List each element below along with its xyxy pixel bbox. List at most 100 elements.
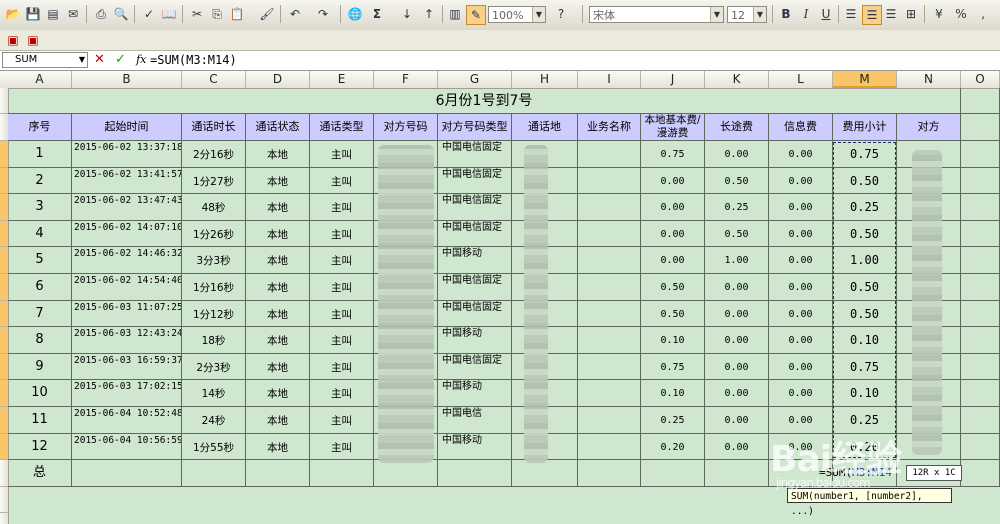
info-fee-cell[interactable]: 0.00 xyxy=(769,141,833,168)
sheet-title[interactable]: 6月份1号到7号 xyxy=(8,88,961,114)
subtotal-cell[interactable]: 0.50 xyxy=(833,167,897,195)
column-header-f[interactable]: F xyxy=(374,71,438,88)
call-type-cell[interactable]: 主叫 xyxy=(310,274,374,301)
total-label-cell[interactable]: 总 xyxy=(8,460,72,487)
call-type-cell[interactable]: 主叫 xyxy=(310,194,374,221)
undo-icon[interactable]: ↶ xyxy=(286,5,304,23)
hyperlink-icon[interactable]: 🌐 xyxy=(346,5,364,23)
info-fee-cell[interactable]: 0.00 xyxy=(769,380,833,407)
start-time-cell[interactable]: 2015-06-02 13:37:18 xyxy=(72,141,182,168)
row-header-cell[interactable] xyxy=(0,487,8,514)
cell[interactable] xyxy=(705,460,769,487)
base-fee-cell[interactable]: 0.00 xyxy=(641,167,705,195)
number-type-cell[interactable]: 中国电信固定 xyxy=(438,167,512,195)
info-fee-cell[interactable]: 0.00 xyxy=(769,194,833,221)
save-icon[interactable]: 💾 xyxy=(24,5,42,23)
column-title[interactable]: 对方 xyxy=(897,114,961,141)
comma-style-icon[interactable]: , xyxy=(974,5,992,23)
base-fee-cell[interactable]: 0.75 xyxy=(641,141,705,168)
service-name-cell[interactable] xyxy=(578,274,641,301)
cell[interactable] xyxy=(961,274,1000,301)
long-distance-fee-cell[interactable]: 0.00 xyxy=(705,327,769,354)
service-name-cell[interactable] xyxy=(578,300,641,328)
subtotal-cell[interactable]: 0.10 xyxy=(833,327,897,354)
column-title[interactable]: 对方号码类型 xyxy=(438,114,512,141)
status-cell[interactable]: 本地 xyxy=(246,220,310,248)
print-preview-icon[interactable]: 🔍 xyxy=(112,5,130,23)
cut-icon[interactable]: ✂ xyxy=(188,5,206,23)
cell[interactable] xyxy=(961,88,1000,114)
row-header-cell[interactable] xyxy=(0,220,8,248)
info-fee-cell[interactable]: 0.00 xyxy=(769,274,833,301)
row-header-cell[interactable] xyxy=(0,460,8,487)
duration-cell[interactable]: 48秒 xyxy=(182,194,246,221)
row-index-cell[interactable]: 5 xyxy=(8,247,72,274)
call-type-cell[interactable]: 主叫 xyxy=(310,327,374,354)
print-icon[interactable]: ⎙ xyxy=(92,5,110,23)
cell[interactable] xyxy=(310,460,374,487)
info-fee-cell[interactable]: 0.00 xyxy=(769,167,833,195)
align-left-icon[interactable]: ☰ xyxy=(842,5,860,23)
long-distance-fee-cell[interactable]: 0.50 xyxy=(705,220,769,248)
status-cell[interactable]: 本地 xyxy=(246,407,310,434)
row-index-cell[interactable]: 1 xyxy=(8,141,72,168)
status-cell[interactable]: 本地 xyxy=(246,167,310,195)
status-cell[interactable]: 本地 xyxy=(246,247,310,274)
column-title[interactable]: 费用小计 xyxy=(833,114,897,141)
row-header-cell[interactable] xyxy=(0,407,8,434)
long-distance-fee-cell[interactable]: 0.00 xyxy=(705,300,769,328)
info-fee-cell[interactable]: 0.00 xyxy=(769,220,833,248)
start-time-cell[interactable]: 2015-06-02 14:07:10 xyxy=(72,220,182,248)
subtotal-cell[interactable]: 0.50 xyxy=(833,300,897,328)
long-distance-fee-cell[interactable]: 0.00 xyxy=(705,353,769,381)
duration-cell[interactable]: 18秒 xyxy=(182,327,246,354)
pdf-email-icon[interactable]: ▣ xyxy=(24,31,42,49)
call-type-cell[interactable]: 主叫 xyxy=(310,353,374,381)
cell[interactable] xyxy=(961,114,1000,141)
service-name-cell[interactable] xyxy=(578,433,641,461)
status-cell[interactable]: 本地 xyxy=(246,274,310,301)
column-header-m[interactable]: M xyxy=(833,71,897,88)
call-type-cell[interactable]: 主叫 xyxy=(310,220,374,248)
cell[interactable] xyxy=(246,460,310,487)
row-header-cell[interactable] xyxy=(0,247,8,274)
column-title[interactable]: 序号 xyxy=(8,114,72,141)
name-box[interactable]: SUM ▼ xyxy=(2,52,88,68)
email-icon[interactable]: ✉ xyxy=(64,5,82,23)
column-title[interactable]: 通话类型 xyxy=(310,114,374,141)
redo-icon[interactable]: ↷ xyxy=(314,5,332,23)
number-type-cell[interactable]: 中国电信固定 xyxy=(438,353,512,381)
duration-cell[interactable]: 1分12秒 xyxy=(182,300,246,328)
row-header-cell[interactable] xyxy=(0,114,8,141)
insert-function-icon[interactable]: fx xyxy=(136,53,146,66)
drawing-icon[interactable]: ✎ xyxy=(466,5,486,25)
cell[interactable] xyxy=(961,353,1000,381)
long-distance-fee-cell[interactable]: 0.00 xyxy=(705,274,769,301)
row-header-cell[interactable] xyxy=(0,194,8,221)
info-fee-cell[interactable]: 0.00 xyxy=(769,327,833,354)
number-type-cell[interactable]: 中国电信固定 xyxy=(438,141,512,168)
row-header-cell[interactable] xyxy=(0,141,8,168)
underline-button[interactable]: U xyxy=(817,5,835,23)
subtotal-cell[interactable]: 0.50 xyxy=(833,220,897,248)
column-title[interactable]: 信息费 xyxy=(769,114,833,141)
status-cell[interactable]: 本地 xyxy=(246,194,310,221)
column-header-e[interactable]: E xyxy=(310,71,374,88)
service-name-cell[interactable] xyxy=(578,247,641,274)
cell[interactable] xyxy=(578,460,641,487)
column-header-n[interactable]: N xyxy=(897,71,961,88)
column-header-l[interactable]: L xyxy=(769,71,833,88)
column-title[interactable]: 通话时长 xyxy=(182,114,246,141)
start-time-cell[interactable]: 2015-06-02 14:54:40 xyxy=(72,274,182,301)
info-fee-cell[interactable]: 0.00 xyxy=(769,247,833,274)
column-title[interactable]: 通话地 xyxy=(512,114,578,141)
column-header-c[interactable]: C xyxy=(182,71,246,88)
row-index-cell[interactable]: 11 xyxy=(8,407,72,434)
align-center-icon[interactable]: ☰ xyxy=(862,5,882,25)
row-index-cell[interactable]: 2 xyxy=(8,167,72,195)
status-cell[interactable]: 本地 xyxy=(246,353,310,381)
start-time-cell[interactable]: 2015-06-04 10:56:59 xyxy=(72,433,182,461)
call-type-cell[interactable]: 主叫 xyxy=(310,141,374,168)
row-index-cell[interactable]: 9 xyxy=(8,353,72,381)
row-header-cell[interactable] xyxy=(0,353,8,381)
